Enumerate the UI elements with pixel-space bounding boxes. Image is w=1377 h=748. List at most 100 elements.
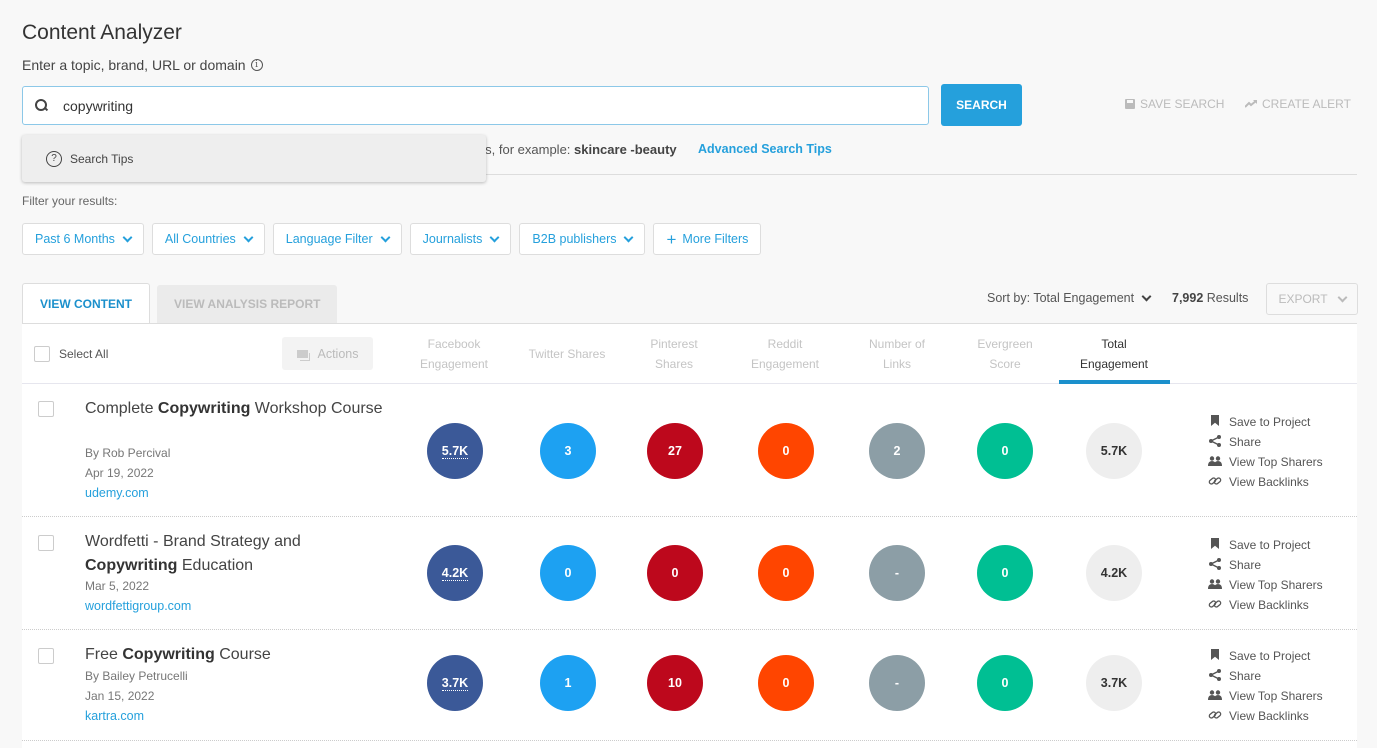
filter-date[interactable]: Past 6 Months — [22, 223, 144, 255]
share-link[interactable]: Share — [1208, 432, 1323, 452]
tab-view-analysis-report[interactable]: VIEW ANALYSIS REPORT — [157, 285, 338, 323]
view-backlinks-link[interactable]: View Backlinks — [1208, 595, 1323, 615]
filter-label-text: All Countries — [164, 232, 236, 246]
filter-language[interactable]: Language Filter — [272, 223, 402, 255]
title-text: Course — [214, 646, 271, 663]
column-label: Reddit — [767, 337, 803, 351]
export-button[interactable]: EXPORT — [1266, 283, 1358, 315]
row-checkbox[interactable] — [38, 648, 54, 664]
tab-view-content[interactable]: VIEW CONTENT — [22, 283, 150, 324]
results-table: Select All Actions Facebook Engagement Tw… — [22, 323, 1357, 748]
metric-facebook-engagement[interactable]: 4.2K — [427, 545, 483, 601]
row-title[interactable]: Free Copywriting Course — [85, 643, 385, 667]
metric-pinterest-shares: 27 — [647, 423, 703, 479]
chevron-down-icon — [380, 232, 391, 242]
link-icon — [1208, 709, 1222, 724]
view-top-sharers-link[interactable]: View Top Sharers — [1208, 452, 1323, 472]
row-checkbox[interactable] — [38, 535, 54, 551]
filter-bar: Past 6 Months All Countries Language Fil… — [22, 223, 762, 255]
column-label: Engagement — [419, 357, 489, 371]
filter-label-text: Language Filter — [285, 232, 373, 246]
save-to-project-link[interactable]: Save to Project — [1208, 412, 1323, 432]
column-label: Engagement — [1079, 357, 1149, 371]
action-label: View Top Sharers — [1229, 578, 1323, 592]
column-evergreen-score[interactable]: Evergreen Score — [950, 334, 1060, 374]
column-reddit-engagement[interactable]: Reddit Engagement — [730, 334, 840, 374]
share-link[interactable]: Share — [1208, 666, 1323, 686]
results-label: Results — [1203, 291, 1249, 305]
actions-button[interactable]: Actions — [282, 337, 373, 370]
view-top-sharers-link[interactable]: View Top Sharers — [1208, 575, 1323, 595]
create-alert-button[interactable]: CREATE ALERT — [1245, 97, 1351, 111]
search-tips-item[interactable]: Search Tips — [70, 152, 133, 166]
metric-pinterest-shares: 0 — [647, 545, 703, 601]
chevron-down-icon — [489, 232, 500, 242]
search-input[interactable] — [63, 97, 903, 114]
save-icon — [1125, 99, 1135, 109]
row-title[interactable]: Complete Copywriting Workshop Course — [85, 397, 385, 421]
row-author: By Rob Percival — [85, 446, 171, 460]
column-total-engagement[interactable]: Total Engagement — [1059, 334, 1169, 374]
more-filters-button[interactable]: + More Filters — [653, 223, 762, 255]
info-icon[interactable]: i — [250, 59, 263, 71]
column-facebook-engagement[interactable]: Facebook Engagement — [399, 334, 509, 374]
action-label: View Top Sharers — [1229, 689, 1323, 703]
column-pinterest-shares[interactable]: Pinterest Shares — [619, 334, 729, 374]
select-all-checkbox[interactable] — [34, 346, 50, 362]
bookmark-icon — [1208, 649, 1222, 663]
metric-number-of-links: - — [869, 655, 925, 711]
row-checkbox[interactable] — [38, 401, 54, 417]
tips-example: skincare -beauty — [574, 142, 677, 157]
column-label: Score — [989, 357, 1021, 371]
save-to-project-link[interactable]: Save to Project — [1208, 535, 1323, 555]
bookmark-icon — [1208, 538, 1222, 552]
title-text: Education — [177, 557, 254, 574]
action-label: Share — [1229, 558, 1262, 572]
title-keyword: Copywriting — [157, 400, 251, 417]
row-domain-link[interactable]: wordfettigroup.com — [85, 599, 191, 613]
select-all[interactable]: Select All — [34, 346, 108, 362]
row-domain-link[interactable]: kartra.com — [85, 709, 144, 723]
search-button[interactable]: SEARCH — [941, 84, 1022, 126]
row-title[interactable]: Wordfetti - Brand Strategy and Copywriti… — [85, 530, 345, 578]
save-search-button[interactable]: SAVE SEARCH — [1125, 97, 1224, 111]
search-suggestions-dropdown[interactable]: ? Search Tips — [22, 135, 486, 182]
share-link[interactable]: Share — [1208, 555, 1323, 575]
filter-b2b-publishers[interactable]: B2B publishers — [519, 223, 646, 255]
search-instructions-text: Enter a topic, brand, URL or domain — [22, 57, 246, 73]
row-actions: Save to Project Share View Top Sharers View… — [1208, 412, 1323, 492]
chevron-down-icon — [624, 232, 634, 242]
row-author: By Bailey Petrucelli — [85, 669, 188, 683]
search-tips-hint: rms, for example: skincare -beauty — [470, 142, 677, 157]
column-twitter-shares[interactable]: Twitter Shares — [512, 344, 622, 364]
row-domain-link[interactable]: udemy.com — [85, 486, 149, 500]
title-keyword: Copywriting — [122, 646, 215, 663]
table-row: Wordfetti - Brand Strategy and Copywriti… — [22, 517, 1357, 630]
search-box[interactable] — [22, 86, 929, 125]
filter-countries[interactable]: All Countries — [151, 223, 265, 255]
column-label: Shares — [654, 357, 694, 371]
metric-facebook-engagement[interactable]: 5.7K — [427, 423, 483, 479]
view-backlinks-link[interactable]: View Backlinks — [1208, 472, 1323, 492]
metric-facebook-engagement[interactable]: 3.7K — [427, 655, 483, 711]
results-number: 7,992 — [1172, 291, 1204, 305]
create-alert-label: CREATE ALERT — [1262, 97, 1351, 111]
metric-reddit-engagement: 0 — [758, 655, 814, 711]
column-number-of-links[interactable]: Number of Links — [842, 334, 952, 374]
metric-total-engagement: 4.2K — [1086, 545, 1142, 601]
save-search-label: SAVE SEARCH — [1140, 97, 1225, 111]
link-icon — [1208, 475, 1222, 490]
sort-by-dropdown[interactable]: Sort by: Total Engagement — [987, 291, 1152, 305]
view-top-sharers-link[interactable]: View Top Sharers — [1208, 686, 1323, 706]
action-label: View Backlinks — [1229, 709, 1309, 723]
save-to-project-link[interactable]: Save to Project — [1208, 646, 1323, 666]
view-backlinks-link[interactable]: View Backlinks — [1208, 706, 1323, 726]
actions-label: Actions — [317, 346, 359, 361]
advanced-search-tips-link[interactable]: Advanced Search Tips — [698, 142, 832, 156]
column-label: Pinterest — [650, 337, 698, 351]
row-actions: Save to Project Share View Top Sharers View… — [1208, 535, 1323, 615]
action-label: Save to Project — [1229, 415, 1311, 429]
sort-by-label: Sort by: Total Engagement — [987, 291, 1135, 305]
export-label: EXPORT — [1278, 292, 1328, 306]
filter-journalists[interactable]: Journalists — [409, 223, 512, 255]
